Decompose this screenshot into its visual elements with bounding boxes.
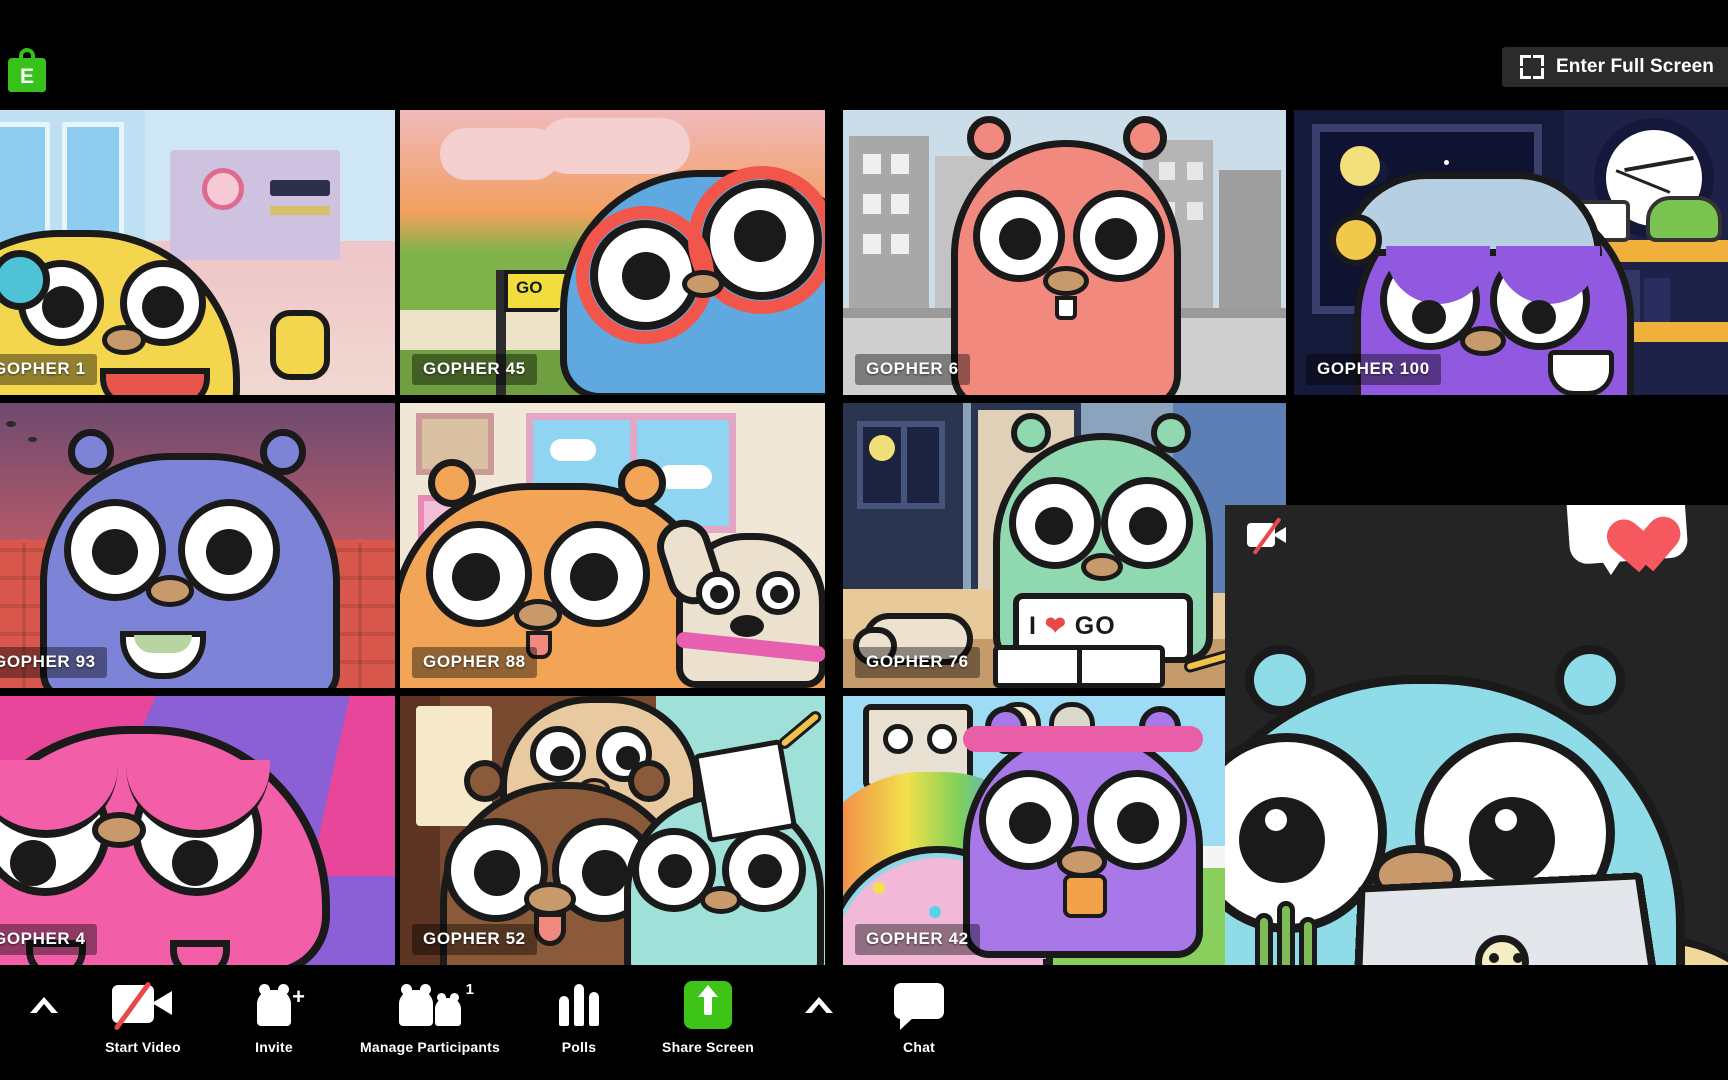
chat-button[interactable]: Chat bbox=[864, 973, 974, 1055]
participant-name: GOPHER 76 bbox=[855, 647, 980, 678]
video-options-chevron[interactable] bbox=[6, 973, 82, 1039]
chat-bubble-icon bbox=[894, 983, 944, 1030]
share-screen-label: Share Screen bbox=[662, 1039, 754, 1055]
meeting-toolbar: Start Video + Invite 1 Manage Participan… bbox=[0, 965, 1728, 1080]
participant-name: GOPHER 45 bbox=[412, 354, 537, 385]
chat-label: Chat bbox=[903, 1039, 935, 1055]
enter-full-screen-label: Enter Full Screen bbox=[1556, 56, 1714, 77]
participant-tile[interactable]: GOPHER 42 bbox=[843, 696, 1286, 965]
participants-count-badge: 1 bbox=[465, 981, 474, 998]
participant-tile[interactable]: GOPHER 88 bbox=[400, 403, 825, 688]
participant-name: GOPHER 93 bbox=[0, 647, 107, 678]
participant-tile[interactable]: GOPHER 6 bbox=[843, 110, 1286, 395]
participant-name: GOPHER 88 bbox=[412, 647, 537, 678]
start-video-button[interactable]: Start Video bbox=[82, 973, 204, 1055]
participant-name: GOPHER 1 bbox=[0, 354, 97, 385]
participant-name: GOPHER 100 bbox=[1306, 354, 1441, 385]
chevron-up-icon bbox=[805, 997, 833, 1016]
invite-button[interactable]: + Invite bbox=[204, 973, 344, 1055]
participant-tile[interactable]: GOPHER 1 bbox=[0, 110, 395, 395]
camera-off-icon bbox=[112, 981, 174, 1031]
participants-icon: 1 bbox=[399, 982, 474, 1026]
encryption-lock-icon[interactable]: E bbox=[8, 48, 46, 92]
plus-icon: + bbox=[292, 984, 305, 1009]
share-screen-button[interactable]: Share Screen bbox=[642, 973, 774, 1055]
participant-name: GOPHER 6 bbox=[855, 354, 970, 385]
expand-corners-icon bbox=[1520, 55, 1545, 79]
invite-label: Invite bbox=[255, 1039, 293, 1055]
chevron-up-icon bbox=[30, 997, 58, 1016]
share-options-chevron[interactable] bbox=[774, 973, 864, 1039]
camera-off-icon bbox=[1247, 520, 1289, 550]
poll-bars-icon bbox=[559, 984, 599, 1026]
video-grid: GOPHER 1 GO GOPHER 45 GOPHER 6 GOPHER 10… bbox=[0, 110, 1728, 1075]
participant-name: GOPHER 52 bbox=[412, 924, 537, 955]
manage-participants-label: Manage Participants bbox=[360, 1039, 500, 1055]
participant-name: GOPHER 42 bbox=[855, 924, 980, 955]
participant-tile[interactable]: GOPHER 52 bbox=[400, 696, 825, 965]
share-screen-icon bbox=[684, 981, 732, 1029]
participant-tile[interactable]: GOPHER 93 bbox=[0, 403, 395, 688]
heart-reaction-icon bbox=[1565, 505, 1689, 579]
start-video-label: Start Video bbox=[105, 1039, 181, 1055]
participant-tile[interactable]: I ❤ GO GOPHER 76 bbox=[843, 403, 1286, 688]
participant-tile[interactable]: GO GOPHER 45 bbox=[400, 110, 825, 395]
manage-participants-button[interactable]: 1 Manage Participants bbox=[344, 973, 516, 1055]
participant-tile[interactable]: GOPHER 100 bbox=[1294, 110, 1728, 395]
invite-gopher-icon: + bbox=[257, 984, 305, 1026]
polls-button[interactable]: Polls bbox=[516, 973, 642, 1055]
top-bar: E Enter Full Screen bbox=[0, 0, 1728, 110]
encryption-letter: E bbox=[8, 58, 46, 92]
participant-name: GOPHER 4 bbox=[0, 924, 97, 955]
enter-full-screen-button[interactable]: Enter Full Screen bbox=[1502, 47, 1728, 87]
participant-tile[interactable]: GOPHER 4 bbox=[0, 696, 395, 965]
polls-label: Polls bbox=[561, 1039, 597, 1055]
